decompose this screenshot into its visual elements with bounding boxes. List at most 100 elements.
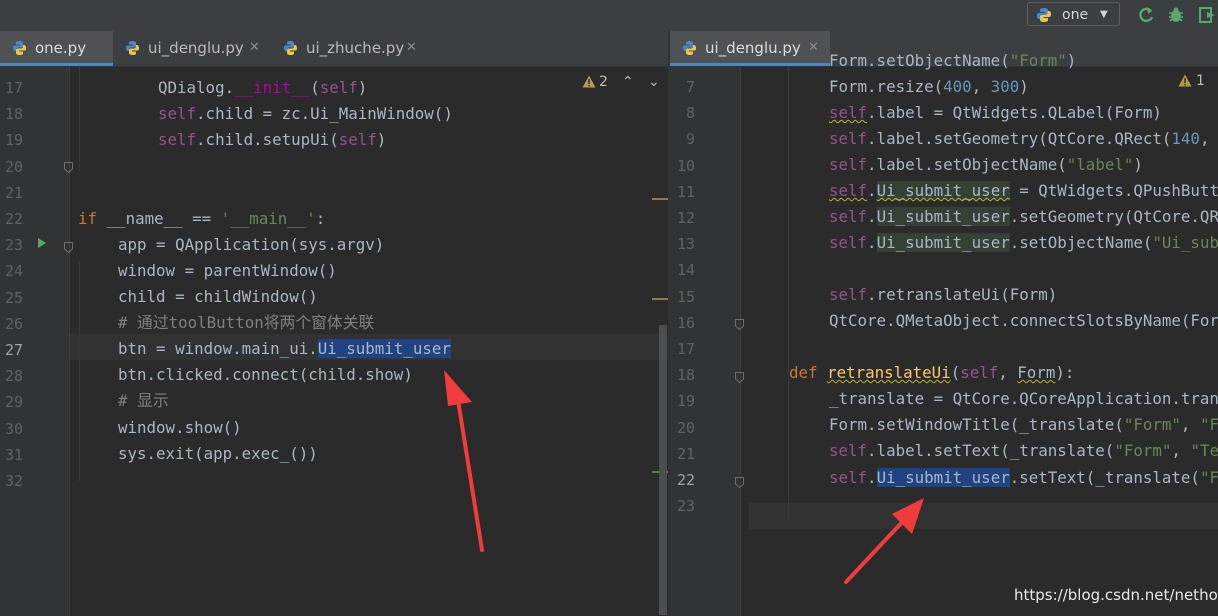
inspection-widget[interactable]: 1 [1178, 71, 1218, 93]
line-number: 17 [676, 340, 695, 358]
line-number: 23 [4, 236, 23, 255]
code-line-9: self.label.setGeometry(QtCore.QRect(140,… [829, 129, 1218, 148]
python-file-icon [13, 41, 26, 55]
left-code-area[interactable]: QDialog.__init__(self) self.child = zc.U… [64, 66, 668, 616]
line-number: 10 [676, 156, 695, 175]
line-number: 23 [676, 497, 695, 516]
line-number: 7 [685, 78, 695, 96]
fold-icon[interactable] [735, 319, 744, 330]
tab-label: ui_zhuche.py [306, 39, 405, 57]
code-line-10: self.label.setObjectName("label") [829, 155, 1143, 174]
line-number: 15 [676, 287, 695, 306]
code-line-18: self.child = zc.Ui_MainWindow() [158, 104, 453, 123]
rerun-icon[interactable] [1136, 5, 1156, 25]
close-icon[interactable]: ✕ [406, 31, 417, 65]
code-line-12: self.Ui_submit_user.setGeometry(QtCore.Q… [829, 207, 1218, 226]
left-editor-pane: one.py ui_denglu.py ✕ ui_zhuche.py ✕ 17 1… [0, 31, 668, 616]
code-line-24: window = parentWindow() [118, 261, 337, 280]
line-number: 28 [4, 367, 23, 386]
line-number: 12 [676, 209, 695, 227]
annotation-arrow-left [444, 370, 484, 552]
code-line-23: app = QApplication(sys.argv) [118, 235, 385, 254]
fold-icon[interactable] [735, 477, 744, 488]
right-editor-pane: ui_denglu.py ✕ 7 8 9 10 11 12 13 14 15 16 17 18 19 20… [670, 31, 1218, 616]
line-number: 21 [4, 183, 23, 202]
warning-count: 2 [599, 74, 608, 90]
code-line-30: window.show() [118, 418, 242, 437]
run-icon[interactable] [37, 237, 47, 249]
tab-one-py[interactable]: one.py [0, 31, 113, 66]
coverage-icon[interactable] [1198, 5, 1218, 25]
code-line-19: self.child.setupUi(self) [158, 130, 387, 149]
line-number: 26 [4, 314, 23, 333]
left-gutter: 17 18 19 20 21 22 23 24 25 26 27 28 29 30 31 32 [0, 66, 70, 616]
tab-label: ui_denglu.py [148, 39, 244, 57]
chevron-down-icon: ▼ [1100, 9, 1108, 20]
code-line-17: QDialog.__init__(self) [158, 78, 368, 97]
debug-bug-icon[interactable] [1166, 5, 1186, 25]
fold-icon[interactable] [735, 372, 744, 383]
line-number: 21 [676, 444, 695, 463]
line-number: 17 [4, 79, 23, 97]
code-line-31: sys.exit(app.exec_()) [118, 444, 318, 463]
warning-icon [1178, 74, 1192, 87]
line-number: 22 [676, 471, 695, 489]
tab-ui-denglu-py[interactable]: ui_denglu.py ✕ [113, 31, 271, 66]
scrollbar-thumb[interactable] [659, 325, 667, 615]
line-number: 18 [4, 105, 23, 124]
line-number: 22 [4, 210, 23, 228]
line-number: 8 [685, 104, 695, 123]
tab-ui-zhuche-py[interactable]: ui_zhuche.py ✕ [271, 31, 431, 66]
chevron-down-icon[interactable]: ⌄ [648, 72, 660, 92]
line-number: 14 [676, 261, 695, 280]
line-number: 24 [4, 262, 23, 281]
line-number: 19 [676, 392, 695, 411]
line-number: 30 [4, 419, 23, 438]
code-line-27: btn = window.main_ui.Ui_submit_user [118, 339, 451, 358]
python-file-icon [683, 41, 696, 55]
right-gutter: 7 8 9 10 11 12 13 14 15 16 17 18 19 20 21 22 23 [670, 66, 741, 616]
current-line-highlight [749, 503, 1218, 529]
top-toolbar: one ▼ [0, 0, 1218, 32]
tab-label: ui_denglu.py [705, 39, 801, 57]
code-line-29: # 显示 [118, 391, 169, 410]
tab-ui-denglu-py[interactable]: ui_denglu.py ✕ [670, 31, 830, 66]
line-number: 16 [676, 313, 695, 332]
indent-guide [79, 66, 80, 171]
code-line-15: self.retranslateUi(Form) [829, 285, 1058, 304]
code-line-11: self.Ui_submit_user = QtWidgets.QPushBut… [829, 181, 1218, 200]
close-icon[interactable]: ✕ [249, 31, 260, 65]
fold-icon[interactable] [64, 242, 73, 253]
scroll-marker [652, 298, 668, 300]
run-config-selector[interactable]: one ▼ [1027, 2, 1120, 26]
python-file-icon [284, 41, 297, 55]
line-number: 20 [4, 157, 23, 176]
code-line-22: self.Ui_submit_user.setText(_translate("… [829, 468, 1218, 487]
warning-count: 1 [1196, 73, 1205, 89]
code-line-18: def retranslateUi(self, Form): [789, 363, 1075, 382]
code-line-16: QtCore.QMetaObject.connectSlotsByName(Fo… [829, 311, 1218, 330]
code-line-25: child = childWindow() [118, 287, 318, 306]
line-number: 18 [676, 366, 695, 385]
code-line-7: Form.resize(400, 300) [829, 77, 1029, 96]
line-number: 13 [676, 235, 695, 254]
line-number: 19 [4, 131, 23, 150]
right-code-area[interactable]: Form.setObjectName("Form") Form.resize(4… [735, 51, 1218, 616]
line-number: 11 [676, 182, 695, 201]
indent-guide [788, 66, 789, 521]
code-line-8: self.label = QtWidgets.QLabel(Form) [829, 103, 1162, 122]
warning-icon [582, 75, 596, 88]
indent-guide [79, 261, 80, 481]
fold-icon[interactable] [64, 162, 73, 173]
line-number: 32 [4, 472, 23, 490]
close-icon[interactable]: ✕ [808, 31, 819, 65]
code-line-6: Form.setObjectName("Form") [829, 51, 1077, 70]
python-file-icon [126, 41, 139, 55]
line-number: 27 [4, 341, 23, 359]
annotation-arrow-right [844, 498, 924, 584]
code-line-22: if __name__ == '__main__': [78, 209, 326, 228]
code-line-28: btn.clicked.connect(child.show) [118, 365, 413, 384]
chevron-up-icon[interactable]: ⌃ [622, 72, 634, 92]
watermark-text: https://blog.csdn.net/netho0 [1014, 586, 1218, 604]
tab-label: one.py [35, 39, 87, 57]
